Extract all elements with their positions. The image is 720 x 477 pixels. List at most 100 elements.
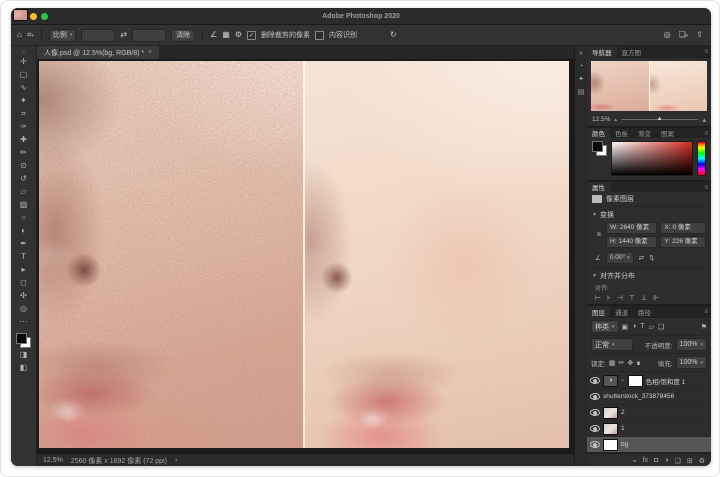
content-aware-checkbox[interactable] [315, 31, 324, 40]
saturation-brightness-field[interactable] [611, 141, 693, 176]
layer-row-shutterstock_373878456[interactable]: shutterstock_373878456 [587, 389, 711, 405]
zoom-slider[interactable]: ▲ [621, 119, 699, 120]
lock-icon-0[interactable]: ▦ [609, 359, 616, 367]
quick-mask-icon[interactable]: ◨ [15, 349, 32, 361]
align-button-5[interactable]: ⊩ [653, 294, 659, 302]
minimize-window-button[interactable] [30, 13, 37, 20]
foreground-background-colors[interactable] [16, 333, 31, 348]
share-icon[interactable]: ⇪ [696, 31, 703, 39]
layer-thumb[interactable] [603, 407, 618, 419]
close-tab-icon[interactable]: × [148, 49, 152, 56]
zoom-tool-icon[interactable]: ◎ [15, 303, 32, 315]
crop-ratio-dropdown[interactable]: 比例 ▾ [49, 29, 77, 42]
color-fg-bg-swatches[interactable] [592, 141, 607, 156]
layer-visibility-eye-icon[interactable] [590, 425, 600, 432]
blur-tool-icon[interactable]: ○ [15, 212, 32, 224]
zoom-in-icon[interactable]: ▴ [702, 116, 706, 124]
zoom-out-icon[interactable]: ▴ [614, 117, 617, 123]
straighten-icon[interactable]: ∠ [210, 31, 217, 39]
width-field[interactable]: W:2640 像素 [606, 222, 657, 234]
brush-tool-icon[interactable]: ✏ [15, 147, 32, 159]
adjustment-layer-icon[interactable]: ◑ [664, 457, 668, 464]
crop-tool-preset-icon[interactable]: ⌗▾ [27, 31, 34, 39]
lock-icon-3[interactable]: ∎ [636, 359, 640, 367]
home-icon[interactable]: ⌂ [17, 31, 22, 39]
history-brush-tool-icon[interactable]: ↺ [15, 173, 32, 185]
canvas[interactable] [37, 60, 574, 453]
type-tool-icon[interactable]: T [15, 251, 32, 263]
workspace-switcher-icon[interactable]: ❏▾ [679, 31, 689, 39]
layer-name[interactable]: 色相/饱和度 1 [646, 376, 686, 386]
layer-name[interactable]: bg [621, 441, 628, 448]
magic-wand-tool-icon[interactable]: ✦ [15, 95, 32, 107]
move-tool-icon[interactable]: ✛ [15, 56, 32, 68]
collapse-panels-icon[interactable]: « [579, 50, 583, 57]
crop-width-input[interactable] [81, 29, 115, 42]
panel-menu-icon[interactable]: ≡ [704, 306, 708, 318]
layer-effects-icon[interactable]: fx [643, 457, 648, 464]
clear-button[interactable]: 清除 [171, 29, 195, 42]
navigator-zoom-value[interactable]: 12.5% [592, 116, 610, 123]
hand-tool-icon[interactable]: ✣ [15, 290, 32, 302]
layer-filter-kind-dropdown[interactable]: 种类▾ [591, 320, 619, 333]
overlay-grid-icon[interactable]: ▦ [222, 31, 230, 39]
foreground-color-swatch[interactable] [16, 333, 27, 344]
align-button-1[interactable]: ⊦ [607, 294, 611, 302]
tab-channels[interactable]: 通道 [610, 306, 633, 318]
path-select-tool-icon[interactable]: ▸ [15, 264, 32, 276]
pen-tool-icon[interactable]: ✒ [15, 238, 32, 250]
layer-filter-icon-3[interactable]: ▱ [649, 323, 654, 331]
brushes-panel-icon[interactable]: ✦ [578, 76, 584, 83]
tab-color[interactable]: 颜色 [587, 128, 610, 138]
toolbar-collapse-icon[interactable]: » [22, 49, 25, 55]
clone-stamp-tool-icon[interactable]: ⊙ [15, 160, 32, 172]
gradient-tool-icon[interactable]: ▨ [15, 199, 32, 211]
tab-layers[interactable]: 图层 [587, 306, 610, 318]
new-group-icon[interactable]: ❏ [675, 457, 681, 465]
hue-slider[interactable] [697, 141, 706, 176]
flip-vertical-icon[interactable]: ⇅ [649, 254, 654, 262]
layer-visibility-eye-icon[interactable] [590, 377, 600, 384]
y-field[interactable]: Y:226 像素 [660, 236, 706, 248]
layer-filter-icon-0[interactable]: ▣ [622, 323, 629, 331]
link-wh-icon[interactable]: ⧈ [595, 231, 603, 239]
layer-visibility-eye-icon[interactable] [590, 409, 600, 416]
transform-section-title[interactable]: 变换 [600, 210, 614, 220]
layer-row-1[interactable]: 1 [587, 421, 711, 437]
layer-filter-icon-1[interactable]: ◑ [632, 323, 636, 331]
layer-name[interactable]: shutterstock_373878456 [603, 393, 674, 400]
align-button-0[interactable]: ⊢ [595, 294, 601, 302]
lasso-tool-icon[interactable]: ∿ [15, 82, 32, 94]
eraser-tool-icon[interactable]: ▱ [15, 186, 32, 198]
panel-menu-icon[interactable]: ≡ [704, 128, 708, 140]
status-zoom-level[interactable]: 12.5% [43, 457, 63, 464]
tab-paths[interactable]: 路径 [633, 306, 656, 318]
swap-dimensions-icon[interactable]: ⇄ [120, 31, 127, 39]
layer-name[interactable]: 2 [621, 409, 625, 416]
edit-toolbar-icon[interactable]: ⋯ [15, 316, 32, 328]
panel-menu-icon[interactable]: ≡ [704, 46, 708, 58]
chevron-down-icon[interactable]: ▼ [592, 212, 597, 218]
align-section-title[interactable]: 对齐并分布 [600, 271, 635, 281]
layer-thumb[interactable] [603, 423, 618, 435]
tab-gradients[interactable]: 渐变 [633, 128, 656, 138]
photo-document[interactable] [39, 61, 569, 448]
tab-histogram[interactable]: 直方图 [617, 46, 647, 58]
marquee-tool-icon[interactable]: ▢ [15, 69, 32, 81]
photo-before-half[interactable] [39, 61, 303, 448]
screen-mode-icon[interactable]: ◧ [15, 362, 32, 374]
eyedropper-tool-icon[interactable]: ✑ [15, 121, 32, 133]
layer-visibility-eye-icon[interactable] [590, 393, 600, 400]
document-tab[interactable]: 人像.psd @ 12.5%(bg, RGB/8) * × [37, 46, 159, 59]
chevron-down-icon[interactable]: ▼ [592, 273, 597, 279]
panel-menu-icon[interactable]: ≡ [704, 182, 708, 194]
tab-patterns[interactable]: 图案 [656, 128, 679, 138]
crop-tool-icon[interactable]: ⌗ [15, 108, 32, 120]
layer-filter-icon-4[interactable]: ❏ [658, 323, 664, 331]
layer-thumb[interactable] [603, 439, 618, 451]
lock-icon-1[interactable]: ✏ [618, 359, 624, 367]
tab-swatches[interactable]: 色板 [610, 128, 633, 138]
rotation-angle-field[interactable]: 0.00°▾ [606, 252, 634, 264]
x-field[interactable]: X:0 像素 [660, 222, 706, 234]
layer-filter-icon-2[interactable]: T [640, 323, 644, 331]
